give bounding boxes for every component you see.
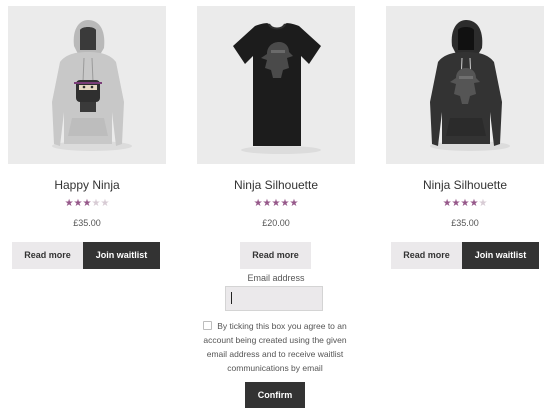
product-price: £20.00 [262,218,290,228]
star-filled-icon: ★ [73,198,83,209]
product-title[interactable]: Ninja Silhouette [386,178,544,192]
star-filled-icon: ★ [451,198,461,209]
join-waitlist-button[interactable]: Join waitlist [83,242,160,269]
product-price: £35.00 [73,218,101,228]
text-cursor [231,292,232,304]
consent-line: email address and to receive waitlist [206,349,344,359]
consent-line: By ticking this box you agree to an [217,321,347,331]
consent-line: account being created using the given [203,335,347,345]
join-waitlist-button[interactable]: Join waitlist [462,242,539,269]
product-image-hoodie[interactable] [386,6,544,164]
star-rating: ★★★★★ [197,198,355,210]
consent-line: communications by email [227,363,323,373]
confirm-button[interactable]: Confirm [245,382,305,408]
product-title[interactable]: Happy Ninja [8,178,166,192]
star-filled-icon: ★ [289,198,299,209]
email-label: Email address [247,273,305,283]
product-image-tshirt[interactable] [197,6,355,164]
star-filled-icon: ★ [253,198,263,209]
tshirt-image [233,23,321,154]
product-title[interactable]: Ninja Silhouette [197,178,355,192]
star-empty-icon: ★ [100,198,110,209]
product-price: £35.00 [451,218,479,228]
star-rating: ★★★★★ [8,198,166,210]
star-filled-icon: ★ [64,198,74,209]
email-input[interactable] [225,286,323,311]
star-filled-icon: ★ [442,198,452,209]
read-more-button[interactable]: Read more [391,242,462,269]
hoodie-image [430,20,510,151]
consent-text: By ticking this box you agree to an acco… [190,319,360,375]
star-rating: ★★★★★ [386,198,544,210]
read-more-button[interactable]: Read more [12,242,83,269]
hoodie-image [52,20,132,151]
star-filled-icon: ★ [262,198,272,209]
product-image-hoodie[interactable] [8,6,166,164]
star-empty-icon: ★ [478,198,488,209]
read-more-button[interactable]: Read more [240,242,311,269]
consent-checkbox[interactable] [203,321,213,330]
